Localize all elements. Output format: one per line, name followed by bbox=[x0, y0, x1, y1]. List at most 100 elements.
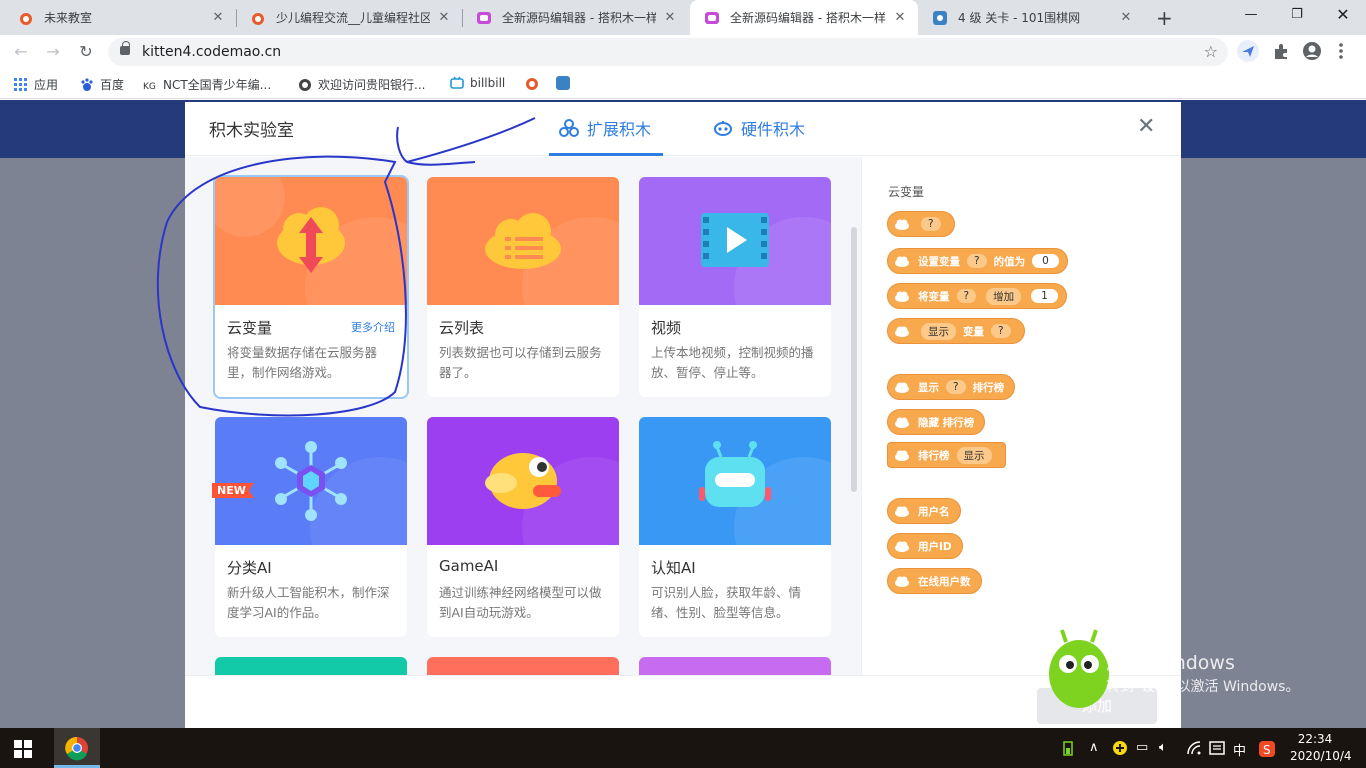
restore-icon[interactable]: ❐ bbox=[1274, 0, 1320, 30]
hardware-robot-icon bbox=[713, 118, 733, 138]
ime-indicator[interactable]: 中 bbox=[1233, 740, 1246, 759]
bookmark-baidu[interactable]: 百度 bbox=[80, 76, 124, 93]
address-bar[interactable]: kitten4.codemao.cn ☆ bbox=[108, 38, 1228, 66]
tab-close-icon[interactable]: ✕ bbox=[1118, 10, 1134, 25]
tab-close-icon[interactable]: ✕ bbox=[892, 10, 908, 25]
block-text: 在线用户数 bbox=[918, 575, 971, 588]
sogou-ime-icon[interactable]: S bbox=[1258, 740, 1276, 762]
card-video[interactable]: 视频 上传本地视频，控制视频的播放、暂停、停止等。 bbox=[639, 177, 831, 397]
tab-title: 未来教室 bbox=[44, 11, 93, 25]
bookmark-star-icon[interactable]: ☆ bbox=[1204, 42, 1218, 61]
block-username[interactable]: 用户名 bbox=[887, 498, 961, 524]
bookmarks-bar: 应用 百度 KG NCT全国青少年编... 欢迎访问贵阳银行... billbi… bbox=[0, 69, 1366, 99]
bookmark-nct[interactable]: KG NCT全国青少年编... bbox=[143, 76, 271, 93]
modal-close-icon[interactable]: ✕ bbox=[1137, 114, 1155, 139]
bookmark-bank[interactable]: 欢迎访问贵阳银行... bbox=[298, 76, 425, 93]
block-user-id[interactable]: 用户ID bbox=[887, 533, 963, 559]
extensions-puzzle-icon[interactable] bbox=[1270, 40, 1292, 62]
preview-title: 云变量 bbox=[888, 185, 925, 199]
bookmark-bilibili[interactable]: billbill bbox=[450, 76, 505, 90]
block-text: 排行榜 bbox=[972, 381, 1005, 394]
card-row3-2[interactable] bbox=[427, 657, 619, 675]
browser-tab-1[interactable]: 未来教室 ✕ bbox=[4, 0, 236, 35]
minimize-icon[interactable]: — bbox=[1228, 0, 1274, 30]
card-game-ai[interactable]: GameAI 通过训练神经网络模型可以做到AI自动玩游戏。 bbox=[427, 417, 619, 637]
browser-menu-icon[interactable] bbox=[1334, 40, 1348, 62]
video-film-icon bbox=[701, 213, 769, 267]
volume-icon[interactable]: 🔈︎ bbox=[1159, 740, 1167, 755]
card-desc: 可识别人脸，获取年龄、情绪、性别、脸型等信息。 bbox=[651, 585, 802, 620]
profile-avatar-icon[interactable] bbox=[1301, 40, 1323, 62]
block-show-leaderboard[interactable]: 显示 ? 排行榜 bbox=[887, 374, 1016, 400]
extension-bird-icon[interactable] bbox=[1237, 40, 1259, 62]
value-input[interactable]: 0 bbox=[1032, 254, 1059, 268]
taskbar-clock[interactable]: 22:34 2020/10/4 bbox=[1290, 731, 1352, 765]
block-text: 排行榜 bbox=[918, 449, 950, 462]
block-hide-leaderboard[interactable]: 隐藏 排行榜 bbox=[887, 409, 986, 435]
block-leaderboard-visible[interactable]: 排行榜 显示 bbox=[887, 442, 1006, 468]
show-dropdown[interactable]: 显示 bbox=[921, 322, 956, 340]
bookmark-apps[interactable]: 应用 bbox=[14, 76, 58, 93]
baidu-paw-icon bbox=[80, 77, 94, 92]
tab-close-icon[interactable]: ✕ bbox=[436, 10, 452, 25]
block-show-variable[interactable]: 显示 变量 ? bbox=[887, 318, 1025, 344]
block-text: 将变量 bbox=[918, 290, 950, 303]
card-cognitive-ai[interactable]: 认知AI 可识别人脸，获取年龄、情绪、性别、脸型等信息。 bbox=[639, 417, 831, 637]
windows-start-icon[interactable] bbox=[14, 740, 32, 758]
reload-icon[interactable]: ↻ bbox=[75, 41, 97, 63]
card-desc: 通过训练神经网络模型可以做到AI自动玩游戏。 bbox=[439, 585, 602, 620]
value-input[interactable]: 1 bbox=[1031, 289, 1058, 303]
battery-icon[interactable]: ▭ bbox=[1136, 740, 1148, 755]
variable-dropdown[interactable]: ? bbox=[946, 380, 966, 394]
show-dropdown[interactable]: 显示 bbox=[956, 446, 992, 464]
card-banner bbox=[215, 417, 407, 597]
operation-dropdown[interactable]: 增加 bbox=[986, 287, 1022, 305]
variable-dropdown[interactable]: ? bbox=[921, 217, 941, 231]
bookmark-codemao[interactable] bbox=[524, 76, 544, 90]
block-online-users[interactable]: 在线用户数 bbox=[887, 568, 982, 594]
network-icon[interactable] bbox=[1186, 740, 1202, 760]
variable-dropdown[interactable]: ? bbox=[956, 289, 977, 303]
variable-dropdown[interactable]: ? bbox=[967, 254, 987, 268]
forward-arrow-icon[interactable]: → bbox=[42, 41, 64, 63]
battery-charge-icon[interactable] bbox=[1062, 740, 1074, 760]
back-arrow-icon[interactable]: ← bbox=[10, 41, 32, 63]
tab-hardware-blocks[interactable]: 硬件积木 bbox=[713, 116, 805, 140]
modal-footer bbox=[185, 675, 1181, 728]
block-cloud-var-reporter[interactable]: ? bbox=[887, 211, 955, 237]
window-close-icon[interactable]: ✕ bbox=[1320, 0, 1366, 30]
cloud-icon bbox=[894, 290, 910, 302]
browser-tab-4-active[interactable]: 全新源码编辑器 - 搭积木一样 ✕ bbox=[690, 0, 918, 35]
bookmark-label: billbill bbox=[470, 76, 506, 90]
block-text: 的值为 bbox=[993, 255, 1026, 268]
card-row3-3[interactable] bbox=[639, 657, 831, 675]
tray-chevron-up-icon[interactable]: ∧ bbox=[1089, 740, 1099, 755]
bookmark-label: NCT全国青少年编... bbox=[163, 78, 272, 92]
new-tab-button[interactable]: + bbox=[1156, 6, 1173, 30]
tab-close-icon[interactable]: ✕ bbox=[662, 10, 678, 25]
taskbar-chrome[interactable] bbox=[54, 728, 100, 768]
cloud-icon bbox=[894, 575, 910, 587]
browser-tab-5[interactable]: 4 级 关卡 - 101围棋网 ✕ bbox=[918, 0, 1144, 35]
bookmark-weiqi[interactable] bbox=[556, 76, 576, 90]
browser-tab-2[interactable]: 少儿编程交流__儿童编程社区_ ✕ bbox=[236, 0, 462, 35]
tray-app-icon[interactable] bbox=[1112, 740, 1128, 760]
card-classify-ai[interactable]: 分类AI 新升级人工智能积木，制作深度学习AI的作品。 bbox=[215, 417, 407, 637]
card-banner bbox=[427, 417, 619, 597]
hand-drawn-annotation bbox=[156, 117, 536, 417]
browser-tab-3[interactable]: 全新源码编辑器 - 搭积木一样 ✕ bbox=[462, 0, 688, 35]
card-row3-1[interactable] bbox=[215, 657, 407, 675]
block-change-variable[interactable]: 将变量 ? 增加 1 bbox=[887, 283, 1067, 309]
variable-dropdown[interactable]: ? bbox=[991, 324, 1011, 338]
card-grid-scrollbar[interactable] bbox=[851, 227, 857, 492]
tab-close-icon[interactable]: ✕ bbox=[210, 10, 226, 25]
windows-activation-hint: 转到“设置”以激活 Windows。 bbox=[1106, 679, 1300, 695]
card-banner bbox=[639, 177, 831, 357]
weiqi-favicon-icon bbox=[556, 76, 570, 90]
clock-time: 22:34 bbox=[1297, 732, 1333, 746]
notification-icon[interactable] bbox=[1209, 740, 1225, 760]
block-text: 用户ID bbox=[918, 540, 952, 553]
card-name: GameAI bbox=[439, 557, 499, 575]
cloud-icon bbox=[894, 325, 910, 337]
block-set-variable[interactable]: 设置变量 ? 的值为 0 bbox=[887, 248, 1068, 274]
